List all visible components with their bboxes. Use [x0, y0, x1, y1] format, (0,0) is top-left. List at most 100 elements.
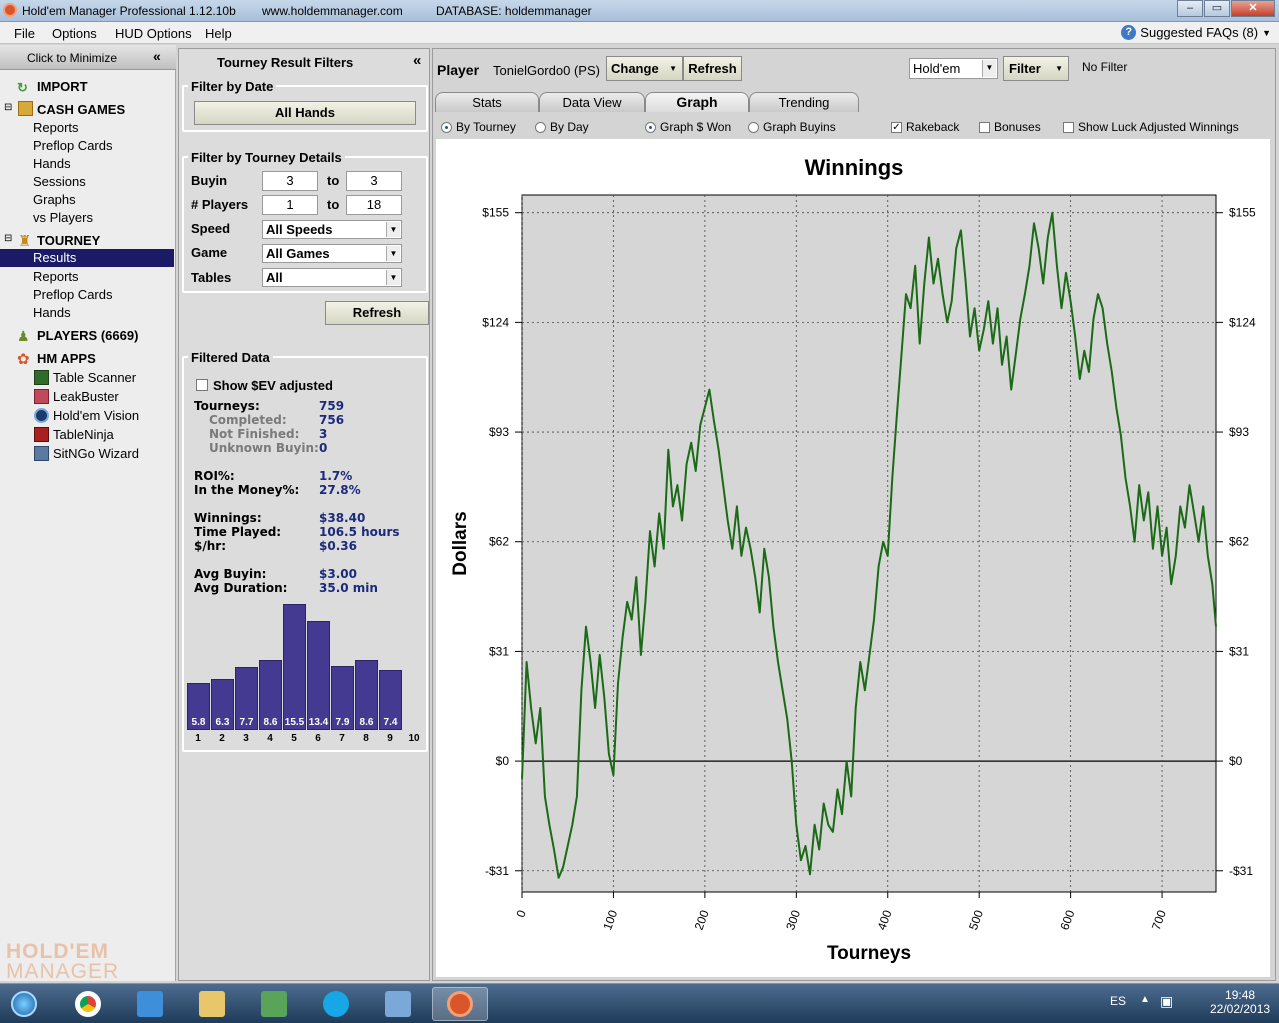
histogram-bar-label: 8.6	[263, 717, 278, 728]
taskbar-network[interactable]	[246, 987, 302, 1021]
taskbar-remote-desktop[interactable]	[370, 987, 426, 1021]
chevron-down-icon: ▼	[669, 64, 677, 73]
x-tick-label: 400	[875, 908, 895, 932]
stat-value: $38.40	[319, 511, 366, 525]
nav-cash-graphs[interactable]: Graphs	[33, 192, 76, 207]
taskbar-skype[interactable]	[308, 987, 364, 1021]
graph-buyins-label: Graph Buyins	[763, 120, 836, 134]
by-day-option[interactable]: By Day	[535, 120, 589, 134]
tab-data-view[interactable]: Data View	[539, 92, 645, 112]
navigation-panel: Click to Minimize « ↻ IMPORT ⊟ CASH GAME…	[0, 45, 176, 982]
nav-app-tableninja[interactable]: TableNinja	[53, 427, 114, 442]
luck-adjusted-checkbox[interactable]: Show Luck Adjusted Winnings	[1063, 120, 1239, 134]
x-tick-label: 600	[1057, 908, 1077, 932]
y-tick-label: $124	[482, 315, 509, 329]
monitor-icon	[385, 991, 411, 1017]
buyin-label: Buyin	[191, 173, 228, 188]
change-player-button[interactable]: Change ▼	[606, 56, 683, 81]
x-axis-label: Tourneys	[827, 943, 911, 964]
close-window-icon[interactable]: ✕	[1231, 0, 1275, 17]
nav-hm-apps[interactable]: HM APPS	[37, 351, 96, 366]
menu-help[interactable]: Help	[205, 26, 232, 41]
filter-button[interactable]: Filter ▼	[1003, 56, 1069, 81]
all-hands-button[interactable]: All Hands	[194, 101, 416, 125]
nav-import[interactable]: IMPORT	[37, 79, 88, 94]
tray-expand-icon[interactable]: ▲	[1140, 994, 1150, 1005]
bonuses-checkbox[interactable]: Bonuses	[979, 120, 1041, 134]
stat-label: $/hr:	[194, 539, 226, 553]
checkbox-empty-icon	[1063, 121, 1074, 133]
stat-value: 27.8%	[319, 483, 361, 497]
title-bar: Hold'em Manager Professional 1.12.10b ww…	[0, 0, 1279, 22]
menu-options[interactable]: Options	[52, 26, 97, 41]
window-controls: ‒ ▭ ✕	[1176, 0, 1275, 18]
nav-tourney-results[interactable]: Results	[0, 249, 174, 267]
nav-cash-games[interactable]: CASH GAMES	[37, 102, 125, 117]
players-icon: ♟	[17, 328, 30, 344]
game-select[interactable]: All Games ▼	[262, 244, 402, 263]
clock[interactable]: 19:48 22/02/2013	[1210, 988, 1270, 1016]
collapse-icon[interactable]: ⊟	[4, 102, 12, 113]
graph-buyins-option[interactable]: Graph Buyins	[748, 120, 836, 134]
tables-label: Tables	[191, 270, 232, 285]
histogram-bar-label: 5.8	[191, 717, 206, 728]
players-from-input[interactable]: 1	[262, 195, 318, 215]
by-tourney-option[interactable]: By Tourney	[441, 120, 516, 134]
show-ev-label: Show $EV adjusted	[213, 378, 333, 393]
suggested-faqs[interactable]: ? Suggested FAQs (8) ▼	[1121, 25, 1271, 40]
refresh-filters-button[interactable]: Refresh	[325, 301, 429, 325]
collapse-icon[interactable]: ⊟	[4, 233, 12, 244]
nav-app-table-scanner[interactable]: Table Scanner	[53, 370, 136, 385]
tab-graph[interactable]: Graph	[645, 92, 749, 112]
stat-value: $0.36	[319, 539, 357, 553]
buyin-to-input[interactable]: 3	[346, 171, 402, 191]
stat-label: Time Played:	[194, 525, 282, 539]
x-tick-label: 300	[783, 908, 803, 932]
players-to-input[interactable]: 18	[346, 195, 402, 215]
nav-app-sitngo-wizard[interactable]: SitNGo Wizard	[53, 446, 139, 461]
help-question-icon: ?	[1121, 25, 1137, 40]
chevron-down-icon: ▼	[386, 246, 400, 261]
nav-tourney-hands[interactable]: Hands	[33, 305, 71, 320]
histogram-position-label: 1	[195, 733, 201, 744]
histogram-position-label: 6	[315, 733, 321, 744]
tables-select[interactable]: All ▼	[262, 268, 402, 287]
menu-hud-options[interactable]: HUD Options	[115, 26, 192, 41]
nav-cash-preflop-cards[interactable]: Preflop Cards	[33, 138, 112, 153]
nav-app-leakbuster[interactable]: LeakBuster	[53, 389, 119, 404]
language-indicator[interactable]: ES	[1110, 994, 1126, 1008]
nav-cash-reports[interactable]: Reports	[33, 120, 79, 135]
speed-select[interactable]: All Speeds ▼	[262, 220, 402, 239]
show-ev-checkbox[interactable]	[196, 379, 208, 391]
taskbar-media-player[interactable]	[122, 987, 178, 1021]
stat-value: 3	[319, 427, 328, 441]
nav-tourney-preflop-cards[interactable]: Preflop Cards	[33, 287, 112, 302]
network-tray-icon[interactable]: ▣	[1160, 993, 1173, 1010]
network-icon	[261, 991, 287, 1017]
refresh-player-button[interactable]: Refresh	[683, 56, 742, 81]
y-tick-label-right: $62	[1229, 535, 1249, 549]
minimize-window-icon[interactable]: ‒	[1177, 0, 1203, 17]
nav-tourney[interactable]: TOURNEY	[37, 233, 100, 248]
minimize-panel-button[interactable]: Click to Minimize «	[0, 45, 176, 70]
maximize-window-icon[interactable]: ▭	[1204, 0, 1230, 17]
buyin-from-input[interactable]: 3	[262, 171, 318, 191]
nav-cash-hands[interactable]: Hands	[33, 156, 71, 171]
start-button[interactable]	[2, 987, 46, 1021]
nav-cash-vs-players[interactable]: vs Players	[33, 210, 93, 225]
nav-cash-sessions[interactable]: Sessions	[33, 174, 86, 189]
nav-players[interactable]: PLAYERS (6669)	[37, 328, 138, 343]
taskbar-holdem-manager[interactable]	[432, 987, 488, 1021]
taskbar-explorer[interactable]	[184, 987, 240, 1021]
collapse-filters-icon[interactable]: «	[413, 52, 421, 69]
nav-app-holdem-vision[interactable]: Hold'em Vision	[53, 408, 139, 423]
menu-file[interactable]: File	[14, 26, 35, 41]
tab-trending[interactable]: Trending	[749, 92, 859, 112]
rakeback-checkbox[interactable]: ✓ Rakeback	[891, 120, 959, 134]
game-type-select[interactable]: Hold'em ▼	[909, 58, 998, 79]
nav-tourney-reports[interactable]: Reports	[33, 269, 79, 284]
tab-stats[interactable]: Stats	[435, 92, 539, 112]
y-tick-label-right: $124	[1229, 315, 1256, 329]
taskbar-chrome[interactable]	[60, 987, 116, 1021]
graph-won-option[interactable]: Graph $ Won	[645, 120, 731, 134]
